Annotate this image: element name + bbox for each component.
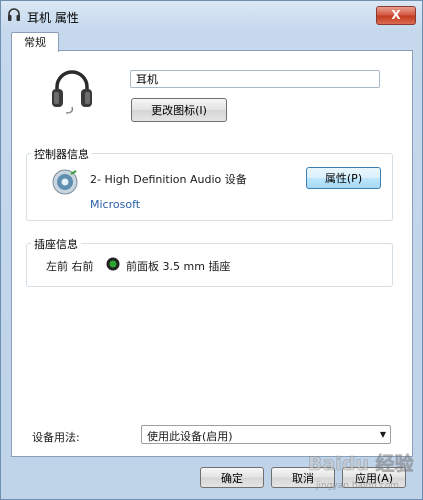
device-usage-value: 使用此设备(启用) (147, 430, 233, 443)
title-bar[interactable]: 耳机 属性 X (1, 1, 422, 31)
jack-description: 前面板 3.5 mm 插座 (126, 260, 231, 273)
jack-color-icon (106, 257, 120, 271)
device-usage-label: 设备用法: (32, 431, 80, 444)
close-button[interactable]: X (376, 6, 416, 25)
jack-group-label: 插座信息 (31, 236, 81, 252)
jack-location: 左前 右前 (46, 260, 94, 273)
device-usage-select[interactable]: 使用此设备(启用) ▼ (141, 425, 391, 444)
svg-text:jingyan.baidu.com: jingyan.baidu.com (315, 481, 399, 491)
window-title: 耳机 属性 (27, 11, 79, 25)
properties-window: 耳机 属性 X 常规 更改图标(I) 控制器信息 2- High Definit… (0, 0, 423, 500)
headphone-icon (52, 70, 92, 114)
change-icon-button[interactable]: 更改图标(I) (131, 98, 227, 122)
tab-general[interactable]: 常规 (11, 32, 59, 52)
svg-text:Baidu 经验: Baidu 经验 (308, 452, 415, 475)
controller-vendor: Microsoft (90, 198, 141, 211)
device-name-field[interactable] (130, 70, 380, 88)
headphone-icon (8, 8, 20, 21)
chevron-down-icon: ▼ (379, 430, 386, 439)
ok-button[interactable]: 确定 (200, 467, 264, 488)
properties-button[interactable]: 属性(P) (306, 167, 381, 189)
controller-name: 2- High Definition Audio 设备 (90, 173, 247, 186)
speaker-icon (52, 169, 78, 195)
controller-group-label: 控制器信息 (31, 146, 92, 162)
watermark-logo: Baidu 经验 jingyan.baidu.com (306, 446, 421, 496)
